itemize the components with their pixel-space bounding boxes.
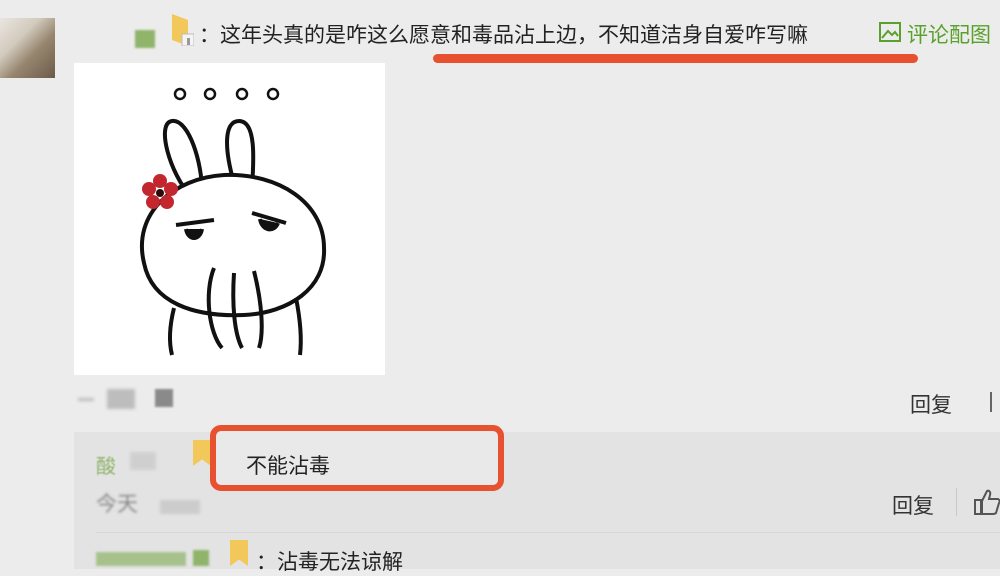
reply-meta-blurred-2: [160, 500, 200, 514]
reply-meta-blurred: 今天: [96, 492, 138, 516]
meta-dash: [78, 398, 94, 401]
highlight-underline: [433, 54, 918, 63]
divider: [956, 488, 957, 516]
reply-username-blurred-2: [193, 550, 209, 566]
image-link-label: 评论配图: [907, 23, 991, 47]
reply-username-blurred-2: [130, 452, 156, 470]
divider: [96, 532, 1000, 533]
reply-button[interactable]: 回复: [892, 490, 934, 520]
thumbs-up-icon-partial[interactable]: [990, 392, 1000, 412]
reply-button[interactable]: 回复: [910, 389, 952, 419]
view-image-link[interactable]: 评论配图: [879, 19, 991, 49]
reply-username-blurred[interactable]: [96, 552, 186, 566]
meta-blurred: [107, 389, 135, 409]
reply-text: 不能沾毒: [246, 454, 330, 478]
user-badge-icon: [172, 14, 195, 47]
avatar[interactable]: [0, 18, 55, 78]
comment-text: ：这年头真的是咋这么愿意和毒品沾上边，不知道洁身自爱咋写嘛: [199, 23, 808, 47]
comment-image[interactable]: [74, 63, 385, 375]
reply-username-blurred[interactable]: 酸: [96, 450, 118, 478]
reply-text: ：沾毒无法谅解: [256, 550, 403, 574]
thumbs-up-icon[interactable]: [974, 488, 1000, 516]
image-icon: [879, 21, 901, 47]
meta-blurred-2: [155, 389, 173, 407]
username-blurred[interactable]: [135, 30, 155, 48]
bunny-sticker-icon: [140, 87, 327, 356]
